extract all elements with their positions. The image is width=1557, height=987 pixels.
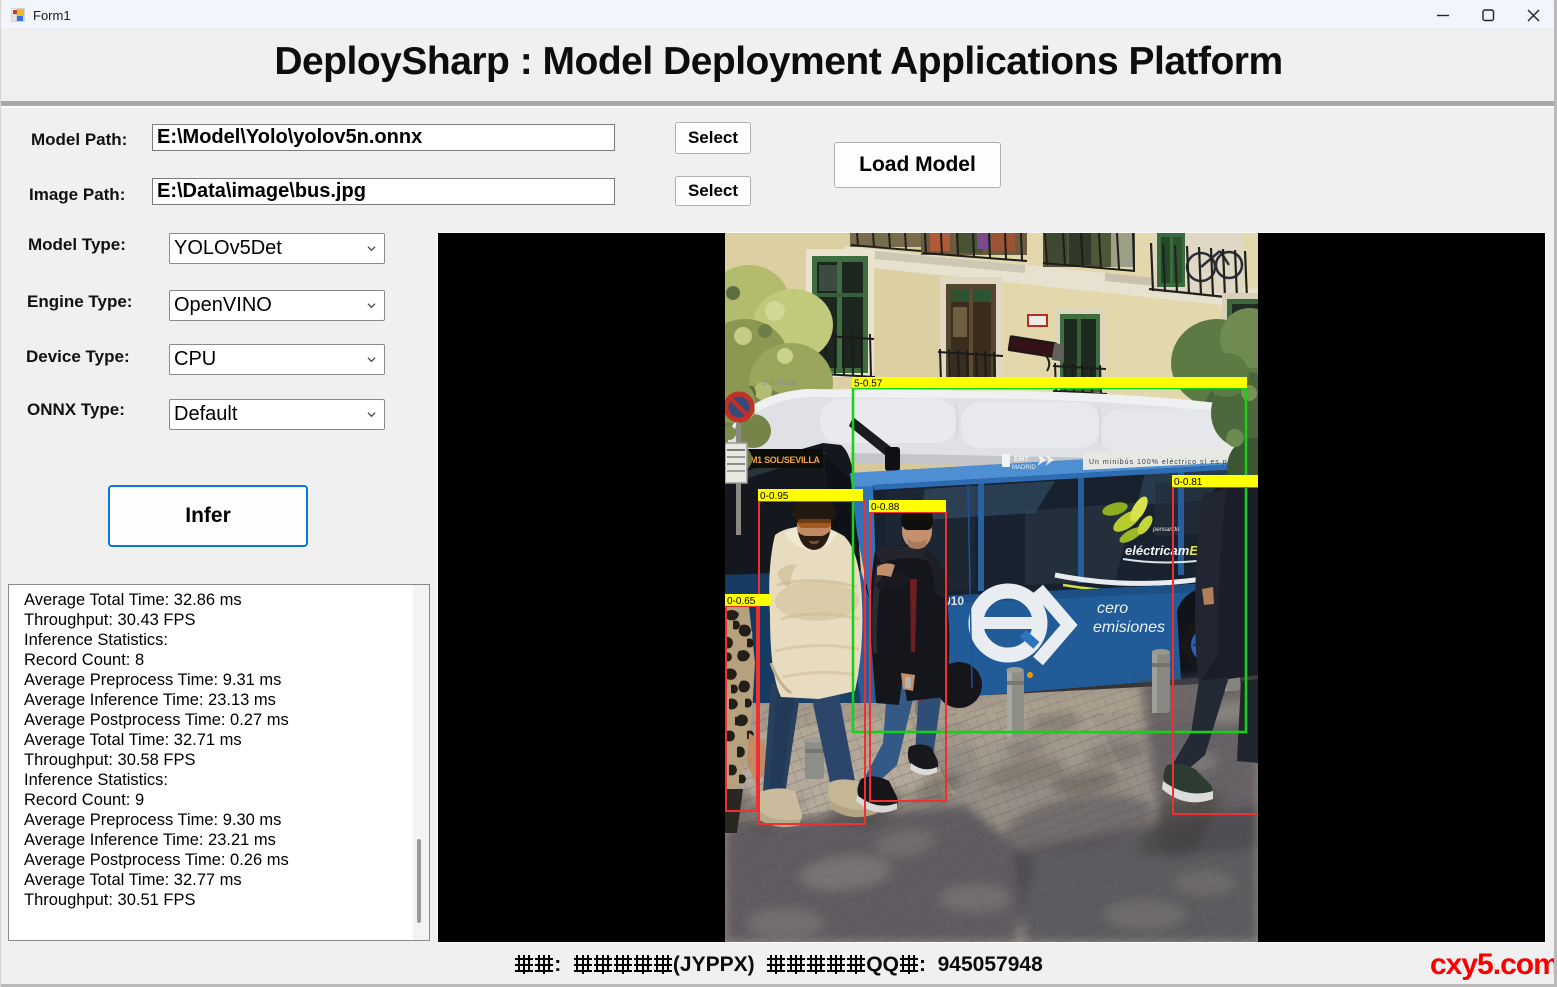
svg-text:emisiones: emisiones: [1093, 619, 1165, 636]
svg-text:M1 SOL/SEVILLA: M1 SOL/SEVILLA: [750, 455, 821, 465]
svg-text:MADRID: MADRID: [1012, 465, 1036, 471]
svg-text:0-0.81: 0-0.81: [1174, 477, 1203, 488]
svg-text:0-0.95: 0-0.95: [760, 491, 789, 502]
svg-text:5-0.57: 5-0.57: [854, 379, 883, 390]
svg-text:pensando: pensando: [1152, 527, 1180, 533]
svg-text:EMT: EMT: [1014, 456, 1030, 463]
svg-text:cero: cero: [1097, 600, 1128, 617]
svg-text:D ALTECAM: D ALTECAM: [763, 381, 797, 387]
svg-text:0-0.65: 0-0.65: [727, 596, 756, 607]
svg-text:Un minibús 100% eléctrico sí e: Un minibús 100% eléctrico sí es plan: [1089, 459, 1239, 466]
svg-text:0-0.88: 0-0.88: [871, 502, 900, 513]
